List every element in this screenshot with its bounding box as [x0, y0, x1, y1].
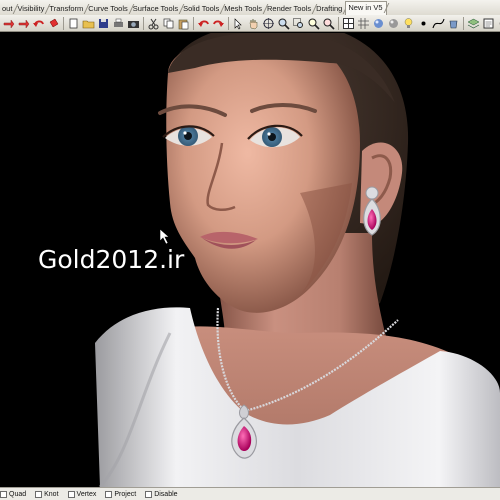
rotate-view-icon[interactable] [261, 16, 276, 31]
undo-icon[interactable] [196, 16, 211, 31]
properties-icon[interactable] [481, 16, 496, 31]
toolbar-tab-curve-tools[interactable]: Curve Tools [86, 3, 130, 15]
zoom-window-icon[interactable] [291, 16, 306, 31]
point-icon[interactable] [416, 16, 431, 31]
toolbar-separator [143, 16, 144, 30]
watermark-text: Gold2012.ir [38, 245, 185, 274]
osnap-label: Disable [154, 491, 178, 498]
toolbar-tab-render-tools[interactable]: Render Tools [265, 3, 314, 15]
toolbar-tab-transform[interactable]: Transform [47, 3, 86, 15]
osnap-vertex[interactable]: Vertex [67, 491, 97, 498]
arrow-icon[interactable] [1, 16, 16, 31]
bucket-icon[interactable] [446, 16, 461, 31]
copy-icon[interactable] [161, 16, 176, 31]
toolbar-tab-drafting[interactable]: Drafting [314, 3, 345, 15]
osnap-checkbox[interactable] [105, 491, 113, 498]
osnap-checkbox[interactable] [0, 491, 7, 498]
zoom-icon[interactable] [276, 16, 291, 31]
toolbar-tab-strip: out Visibility Transform Curve Tools Surface… [0, 0, 500, 16]
print-icon[interactable] [111, 16, 126, 31]
paint-bucket-icon[interactable] [46, 16, 61, 31]
hand-pan-icon[interactable] [246, 16, 261, 31]
paste-icon[interactable] [176, 16, 191, 31]
osnap-knot[interactable]: Knot [35, 491, 59, 498]
osnap-bar: Quad Knot Vertex Project Disable [0, 487, 500, 500]
osnap-disable[interactable]: Disable [145, 491, 178, 498]
osnap-label: Quad [9, 491, 27, 498]
osnap-checkbox[interactable] [145, 491, 153, 498]
open-file-icon[interactable] [81, 16, 96, 31]
osnap-checkbox[interactable] [67, 491, 75, 498]
zoom-selected-icon[interactable] [321, 16, 336, 31]
zoom-extents-icon[interactable] [306, 16, 321, 31]
toolbar-tab-new-in-v5[interactable]: New in V5 [345, 1, 387, 15]
toolbar-separator [338, 16, 339, 30]
osnap-label: Vertex [76, 491, 97, 498]
grid-icon[interactable] [356, 16, 371, 31]
render-sphere-icon[interactable] [371, 16, 386, 31]
toolbar-separator [193, 16, 194, 30]
toolbar-separator [63, 16, 64, 30]
osnap-quad[interactable]: Quad [0, 491, 26, 498]
layer-icon[interactable] [466, 16, 481, 31]
toolbar-separator [463, 16, 464, 30]
light-bulb-icon[interactable] [401, 16, 416, 31]
toolbar-tab-out[interactable]: out [0, 3, 15, 15]
rhino-app-window: out Visibility Transform Curve Tools Surface… [0, 0, 500, 500]
redo-icon[interactable] [211, 16, 226, 31]
shade-sphere-icon[interactable] [386, 16, 401, 31]
save-icon[interactable] [96, 16, 111, 31]
toolbar-tab-solid-tools[interactable]: Solid Tools [181, 3, 222, 15]
camera-icon[interactable] [126, 16, 141, 31]
toolbar-tab-mesh-tools[interactable]: Mesh Tools [222, 3, 265, 15]
toolbar-tab-visibility[interactable]: Visibility [15, 3, 47, 15]
perspective-viewport[interactable]: Gold2012.ir [0, 33, 500, 487]
undo-icon[interactable] [31, 16, 46, 31]
select-icon[interactable] [231, 16, 246, 31]
toolbar-separator [228, 16, 229, 30]
curve-icon[interactable] [431, 16, 446, 31]
cut-icon[interactable] [146, 16, 161, 31]
options-icon[interactable] [496, 16, 500, 31]
viewport-grid-icon[interactable] [341, 16, 356, 31]
new-file-icon[interactable] [66, 16, 81, 31]
main-toolbar [0, 15, 500, 32]
toolbar-tab-surface-tools[interactable]: Surface Tools [131, 3, 181, 15]
arrow-icon[interactable] [16, 16, 31, 31]
osnap-label: Project [114, 491, 137, 498]
osnap-label: Knot [44, 491, 59, 498]
osnap-checkbox[interactable] [35, 491, 43, 498]
osnap-project[interactable]: Project [105, 491, 136, 498]
